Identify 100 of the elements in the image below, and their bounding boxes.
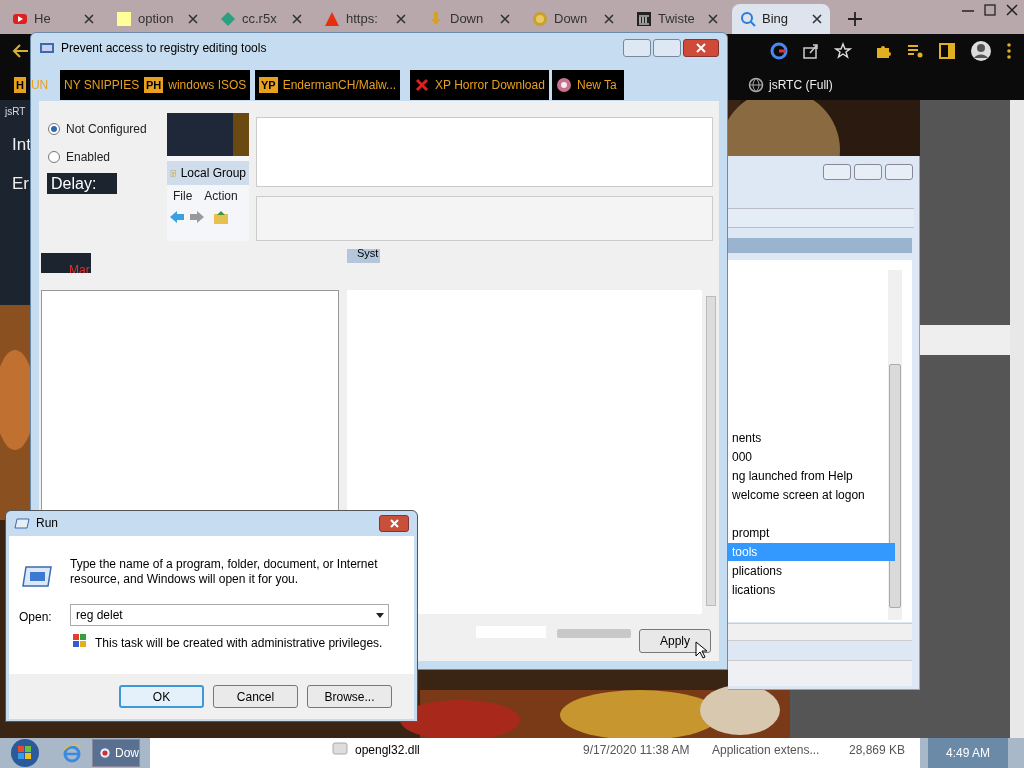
close-icon[interactable]: [812, 14, 822, 24]
tab-title: https:: [346, 10, 379, 29]
playlist-icon[interactable]: [906, 42, 924, 60]
browser-tab[interactable]: cc.r5x: [212, 4, 310, 34]
browser-tab[interactable]: https:: [316, 4, 414, 34]
cursor-icon: [695, 641, 709, 659]
bookmark[interactable]: jsRTC (Full): [744, 70, 837, 100]
browser-tab[interactable]: option: [108, 4, 206, 34]
dropdown-icon[interactable]: [376, 612, 384, 618]
close-icon[interactable]: [500, 14, 510, 24]
bookmark-badge: YP: [259, 76, 278, 94]
minimize-button[interactable]: [823, 164, 851, 180]
file-name: opengl32.dll: [355, 742, 420, 759]
radio-label: Not Configured: [66, 121, 147, 138]
policy-icon: [39, 40, 55, 56]
close-icon[interactable]: [292, 14, 302, 24]
tab-icon: [636, 11, 652, 27]
close-button[interactable]: [379, 514, 409, 532]
close-icon[interactable]: [1004, 2, 1020, 18]
tab-icon: [428, 11, 444, 27]
page-text: jsRT: [5, 105, 26, 119]
share-icon[interactable]: [802, 42, 820, 60]
menu-icon[interactable]: [1006, 42, 1012, 60]
minimize-button[interactable]: [623, 39, 651, 57]
browser-tab[interactable]: He: [4, 4, 102, 34]
file-icon: [332, 741, 348, 756]
tab-title: Bing: [762, 10, 790, 29]
admin-note: This task will be created with administrative privileges.: [95, 635, 383, 652]
dialog-button[interactable]: Cancel: [213, 685, 298, 708]
radio-label: Enabled: [66, 149, 111, 166]
close-icon[interactable]: [396, 14, 406, 24]
browser-tab[interactable]: Bing: [732, 4, 830, 34]
bookmark-label: XP Horror Download: [435, 77, 545, 94]
tab-icon: [220, 11, 236, 27]
bookmark[interactable]: YP EndermanCH/Malw...: [255, 70, 401, 100]
browser-tab[interactable]: Twiste: [628, 4, 726, 34]
list-item[interactable]: plications: [728, 562, 783, 580]
file-type: Application extens...: [712, 742, 820, 759]
forward-icon[interactable]: [189, 209, 205, 225]
clock[interactable]: 4:49 AM: [928, 738, 1008, 768]
browser-tab[interactable]: Down: [524, 4, 622, 34]
bookmark[interactable]: H UN: [10, 70, 53, 100]
close-icon[interactable]: [188, 14, 198, 24]
bookmark[interactable]: PH windows ISOS: [140, 70, 251, 100]
folder-icon[interactable]: [213, 209, 229, 225]
sidebar-icon[interactable]: [938, 42, 956, 60]
google-icon[interactable]: [770, 42, 788, 60]
list-item[interactable]: nents: [728, 429, 762, 447]
scrollbar[interactable]: [1010, 100, 1024, 738]
browser-tab[interactable]: Down: [420, 4, 518, 34]
close-button[interactable]: [683, 39, 719, 57]
list-item[interactable]: ng launched from Help: [728, 467, 853, 485]
bookmark[interactable]: New Ta: [552, 70, 624, 100]
tab-icon: [324, 11, 340, 27]
radio-button[interactable]: [48, 151, 60, 163]
bookmark-label: windows ISOS: [168, 77, 247, 94]
bookmark[interactable]: XP Horror Download: [410, 70, 549, 100]
maximize-icon[interactable]: [982, 2, 998, 18]
tab-icon: [532, 11, 548, 27]
star-icon[interactable]: [834, 42, 852, 60]
list-item[interactable]: lications: [728, 581, 776, 599]
description-text: Type the name of a program, folder, document, or Internet resource, and Windows will open it for you.: [70, 557, 379, 587]
close-icon[interactable]: [604, 14, 614, 24]
tab-title: Down: [554, 10, 589, 29]
list-item[interactable]: prompt: [728, 524, 770, 542]
horizontal-scrollbar[interactable]: [728, 623, 912, 641]
scrollbar[interactable]: [888, 270, 902, 620]
scrollbar[interactable]: [706, 296, 716, 606]
maximize-button[interactable]: [854, 164, 882, 180]
bookmark-label: New Ta: [577, 77, 617, 94]
dialog-button[interactable]: OK: [119, 685, 204, 708]
radio-button[interactable]: [48, 123, 60, 135]
start-button[interactable]: [10, 738, 40, 768]
dialog-button[interactable]: Browse...: [307, 685, 392, 708]
profile-icon[interactable]: [970, 40, 992, 62]
window-title: Prevent access to registry editing tools: [61, 40, 267, 57]
menu-item[interactable]: File: [173, 187, 193, 205]
page-text: Int: [12, 134, 31, 156]
new-tab-icon[interactable]: [848, 12, 862, 26]
run-icon: [21, 564, 53, 588]
file-size: 28,869 KB: [847, 742, 905, 759]
field-label: Open:: [19, 609, 52, 626]
back-icon[interactable]: [12, 42, 30, 60]
menu-item[interactable]: Action: [204, 187, 238, 205]
apply-button[interactable]: Apply: [639, 629, 711, 653]
disc-icon: [556, 77, 572, 93]
close-icon[interactable]: [708, 14, 718, 24]
command-field[interactable]: reg delet: [70, 604, 389, 626]
comment-field[interactable]: [256, 117, 713, 187]
list-item[interactable]: 000: [728, 448, 753, 466]
bookmark-label: jsRTC (Full): [769, 77, 833, 94]
tab-title: option: [138, 10, 175, 29]
list-item[interactable]: welcome screen at logon: [728, 486, 865, 504]
x-icon: [414, 77, 430, 93]
scroll-thumb[interactable]: [557, 629, 631, 638]
bookmark-label: UN: [30, 77, 49, 94]
maximize-button[interactable]: [653, 39, 681, 57]
page-text: Delay:: [47, 173, 117, 194]
taskbar-button[interactable]: Dow: [92, 739, 140, 767]
close-icon[interactable]: [84, 14, 94, 24]
